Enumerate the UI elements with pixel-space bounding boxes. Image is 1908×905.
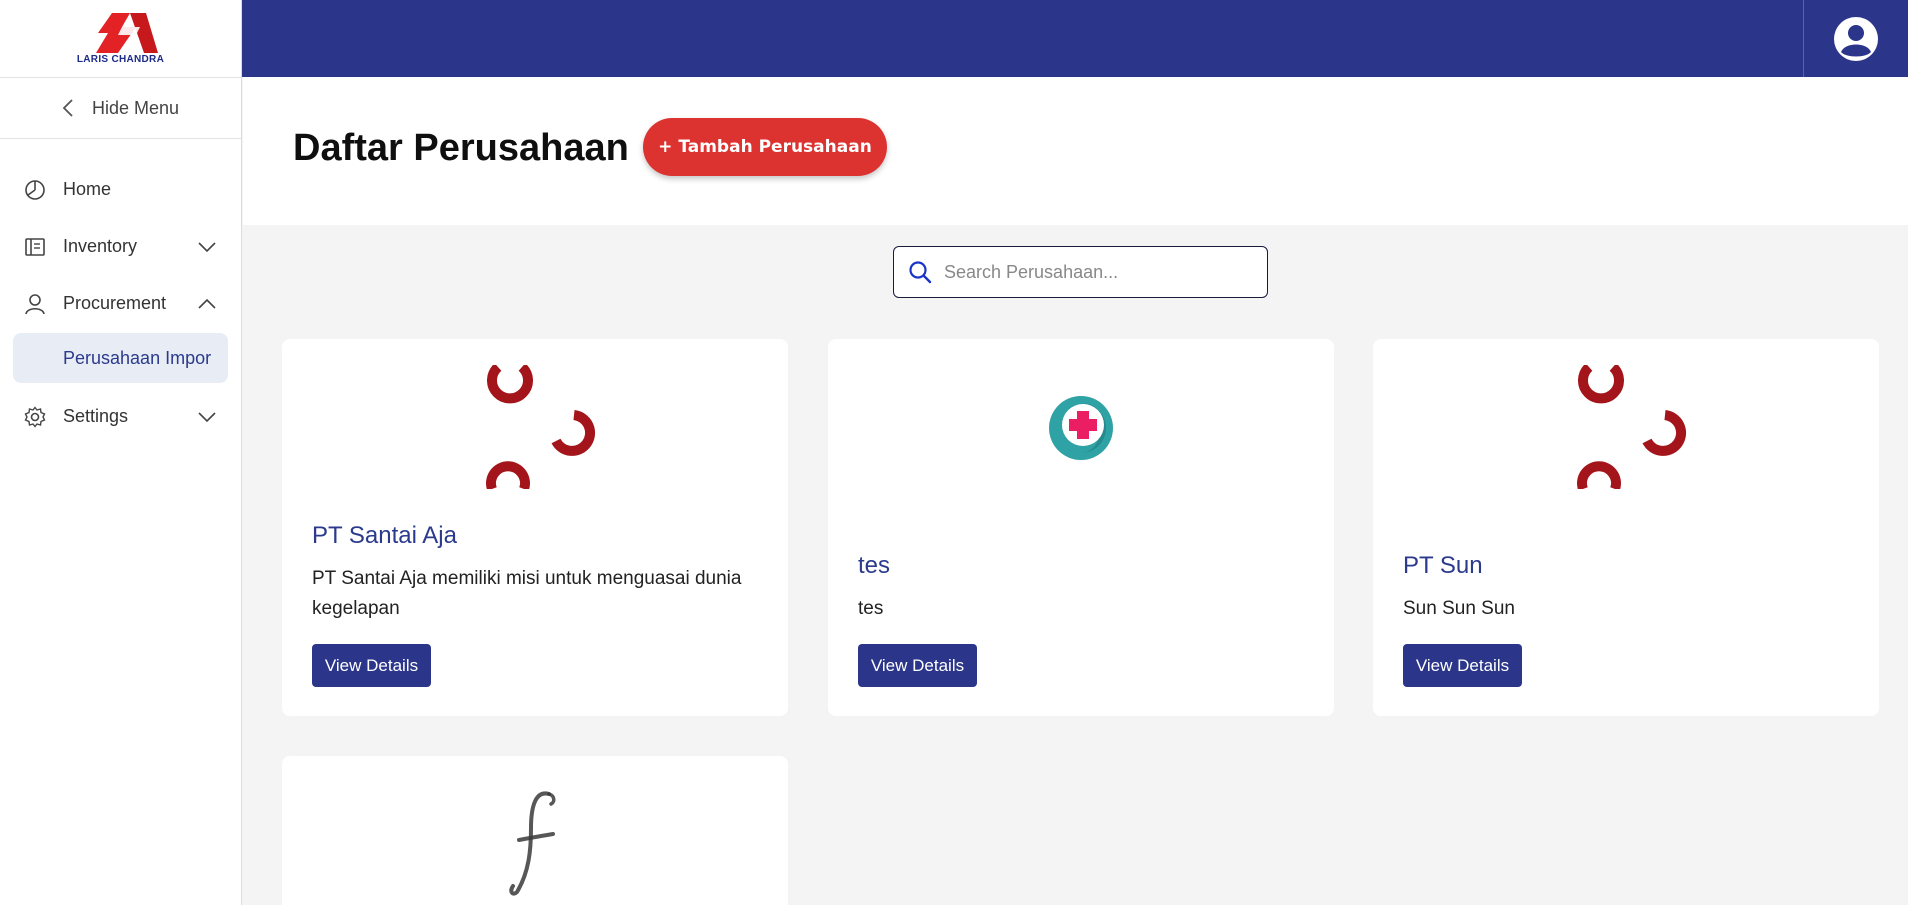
company-description: PT Santai Aja memiliki misi untuk mengua… (312, 568, 742, 619)
laris-chandra-logo-icon (95, 12, 158, 53)
company-name: PT Santai Aja (312, 522, 457, 549)
sidebar-nav: Home Inventory Procurement Perusahaan Im… (0, 139, 241, 445)
chevron-left-icon (62, 99, 73, 117)
top-bar (242, 0, 1908, 77)
sidebar-item-inventory[interactable]: Inventory (0, 218, 241, 275)
red-rings-logo-icon (1577, 365, 1687, 489)
view-details-button[interactable]: View Details (312, 644, 431, 687)
company-description: tes (858, 598, 884, 619)
sidebar-item-procurement[interactable]: Procurement (0, 275, 241, 332)
script-f-logo-icon (509, 791, 556, 896)
sidebar-subitem-perusahaan-impor[interactable]: Perusahaan Impor (13, 333, 228, 383)
page-title: Daftar Perusahaan (293, 127, 629, 169)
company-card: PT Sun Sun Sun Sun View Details (1373, 339, 1879, 716)
sidebar-item-label: Home (63, 179, 112, 199)
profile-button[interactable] (1803, 0, 1908, 77)
sidebar-item-home[interactable]: Home (0, 161, 241, 218)
company-card (282, 756, 788, 905)
inventory-icon (24, 236, 46, 258)
company-description: Sun Sun Sun (1403, 598, 1515, 619)
sidebar-item-label: Settings (63, 406, 129, 426)
search-input[interactable] (944, 261, 1244, 283)
chevron-up-icon[interactable] (197, 294, 217, 314)
sidebar-item-label: Procurement (63, 293, 167, 313)
sidebar-item-label: Inventory (63, 236, 138, 256)
company-logo-image (282, 788, 788, 898)
company-logo-image (828, 395, 1334, 461)
company-logo-image (282, 365, 788, 489)
company-card: tes tes View Details (828, 339, 1334, 716)
user-icon (24, 293, 46, 315)
chart-pie-icon (24, 179, 46, 201)
hide-menu-label: Hide Menu (91, 97, 180, 118)
hide-menu-button[interactable]: Hide Menu (0, 78, 241, 139)
red-rings-logo-icon (486, 365, 596, 489)
sidebar-item-settings[interactable]: Settings (0, 388, 241, 445)
company-name: PT Sun (1403, 552, 1483, 579)
company-name: tes (858, 552, 891, 579)
company-card: PT Santai Aja PT Santai Aja memiliki mis… (282, 339, 788, 716)
medical-cross-logo-icon (1049, 396, 1113, 460)
add-company-button[interactable]: + Tambah Perusahaan (643, 118, 887, 176)
view-details-button[interactable]: View Details (1403, 644, 1522, 687)
page-header: Daftar Perusahaan + Tambah Perusahaan (243, 77, 1908, 225)
view-details-button[interactable]: View Details (858, 644, 977, 687)
logo-text: LARIS CHANDRA (76, 53, 165, 65)
company-logo-image (1373, 365, 1879, 489)
chevron-down-icon[interactable] (197, 407, 217, 427)
company-logo[interactable]: LARIS CHANDRA (0, 0, 241, 78)
search-bar[interactable] (893, 246, 1268, 298)
sidebar: LARIS CHANDRA Hide Menu Home Inventory P… (0, 0, 242, 905)
user-avatar-icon (1834, 16, 1878, 61)
search-icon (909, 261, 932, 284)
chevron-down-icon[interactable] (197, 237, 217, 257)
gear-icon (24, 405, 46, 428)
